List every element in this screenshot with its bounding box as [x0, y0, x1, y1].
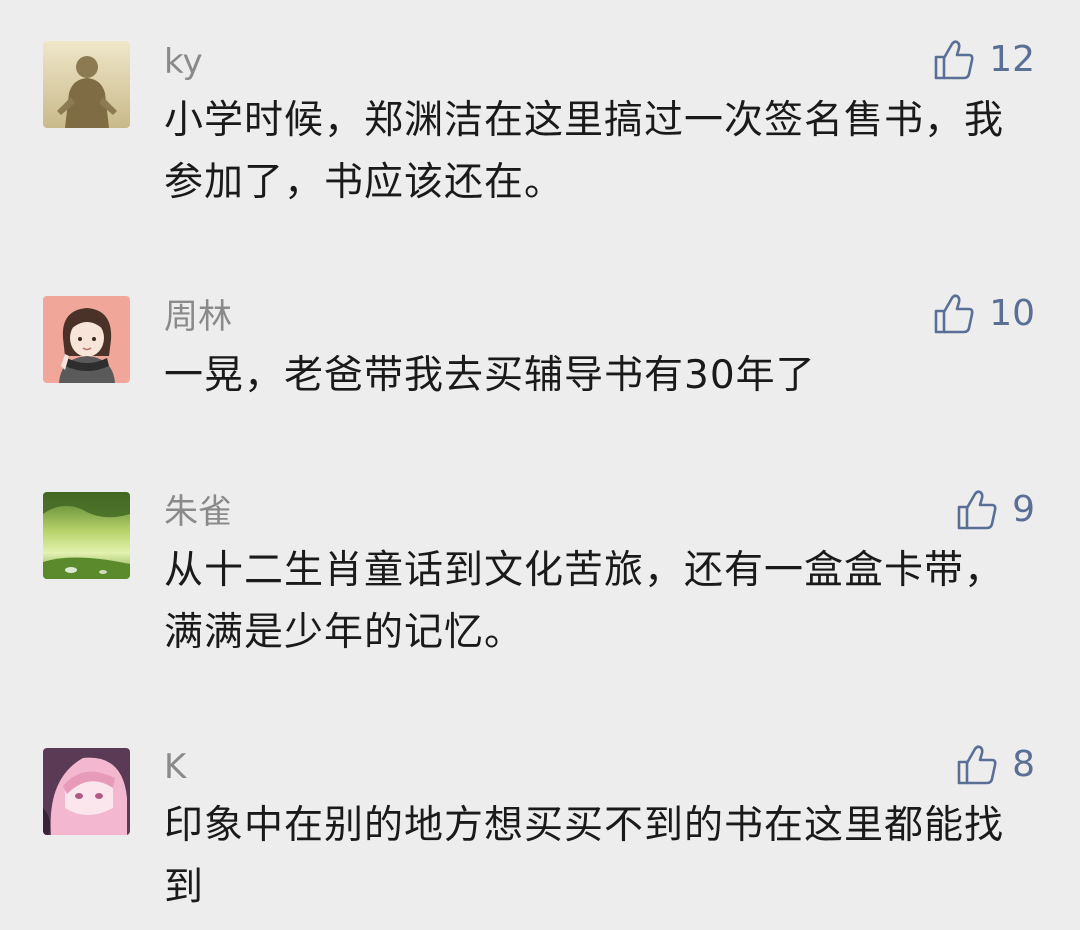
thumbs-up-icon	[957, 745, 997, 785]
like-count: 10	[989, 293, 1035, 334]
thumbs-up-icon	[934, 294, 974, 334]
thumbs-up-icon	[934, 40, 974, 80]
like-count: 9	[1012, 489, 1035, 530]
anime-girl-scarf-avatar-icon	[43, 296, 130, 383]
avatar[interactable]	[43, 748, 130, 835]
comment-text: 一晃，老爸带我去买辅导书有30年了	[164, 353, 816, 398]
username[interactable]: K	[164, 747, 186, 787]
like-button[interactable]: 8	[956, 743, 1035, 787]
green-landscape-avatar-icon	[43, 492, 130, 579]
comment-text: 小学时候，郑渊洁在这里搞过一次签名售书，我参加了，书应该还在。	[164, 98, 1005, 205]
like-button[interactable]: 12	[933, 38, 1035, 82]
username[interactable]: 周林	[164, 297, 232, 337]
avatar[interactable]	[43, 41, 130, 128]
comment-text: 从十二生肖童话到文化苦旅，还有一盒盒卡带，满满是少年的记忆。	[164, 548, 1005, 655]
like-count: 8	[1012, 744, 1035, 785]
pink-anime-avatar-icon	[43, 748, 130, 835]
avatar[interactable]	[43, 296, 130, 383]
like-button[interactable]: 10	[933, 292, 1035, 336]
thumbs-up-icon	[957, 490, 997, 530]
username[interactable]: 朱雀	[164, 492, 232, 532]
avatar[interactable]	[43, 492, 130, 579]
like-button[interactable]: 9	[956, 488, 1035, 532]
person-silhouette-avatar-icon	[43, 41, 130, 128]
comment-text: 印象中在别的地方想买买不到的书在这里都能找到	[164, 803, 1005, 910]
like-count: 12	[989, 39, 1035, 80]
username[interactable]: ky	[164, 42, 203, 82]
